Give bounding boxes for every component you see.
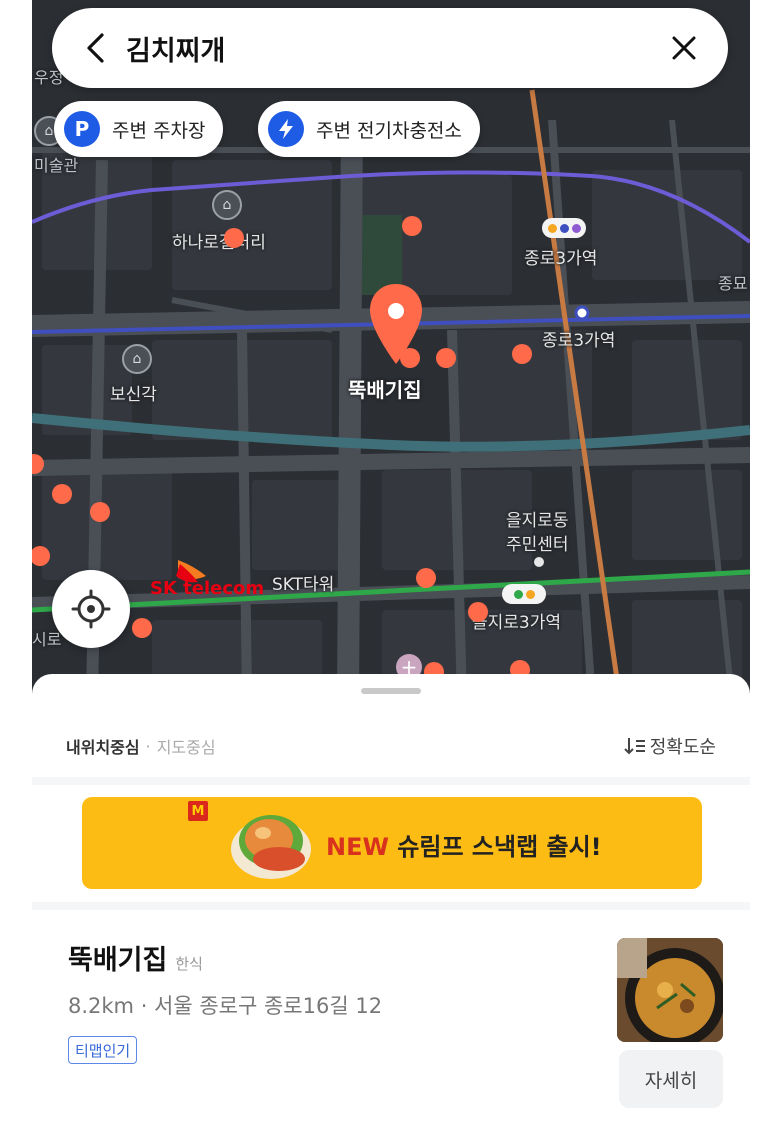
subway-badge-icon [542, 218, 586, 238]
poi-marker[interactable] [402, 216, 422, 236]
poi-dot-icon [534, 557, 544, 567]
sort-order-label: 정확도순 [649, 737, 716, 758]
current-location-button[interactable] [52, 570, 130, 648]
search-bar[interactable]: 김치찌개 [52, 8, 728, 88]
map-view[interactable]: 우정 미술관 하나로갤러리 종로3가역 종로3가역 종묘 보신각 뚝배기집 을지… [32, 0, 750, 700]
popular-badge: 티맵인기 [68, 1036, 138, 1064]
close-button[interactable] [654, 8, 714, 88]
map-label-station[interactable]: 종로3가역 [542, 326, 615, 351]
selected-location-pin-icon[interactable] [368, 282, 424, 368]
crosshair-icon [71, 589, 111, 629]
place-photo[interactable] [617, 938, 723, 1042]
place-name[interactable]: 뚝배기집 [68, 938, 167, 977]
poi-marker[interactable] [512, 344, 532, 364]
landmark-icon: ⌂ [122, 344, 152, 374]
poi-marker[interactable] [132, 618, 152, 638]
mcdonalds-logo-icon: M [188, 801, 208, 821]
ad-headline: NEW 슈림프 스낵랩 출시! [326, 827, 602, 862]
ad-banner[interactable]: M NEW 슈림프 스낵랩 출시! [82, 797, 702, 889]
poi-marker[interactable] [416, 568, 436, 588]
sort-separator: · [145, 736, 151, 756]
parking-icon: P [64, 111, 100, 147]
chip-label: 주변 전기차충전소 [316, 119, 462, 142]
place-category: 한식 [175, 955, 203, 973]
snack-wrap-image [217, 801, 321, 887]
poi-marker[interactable] [224, 228, 244, 248]
app-frame: 우정 미술관 하나로갤러리 종로3가역 종로3가역 종묘 보신각 뚝배기집 을지… [32, 0, 750, 1125]
chevron-left-icon [87, 33, 104, 63]
divider [32, 902, 750, 910]
poi-marker[interactable] [90, 502, 110, 522]
gallery-icon: ⌂ [212, 190, 242, 220]
sk-logo-text: SK telecom [150, 578, 265, 599]
place-result-card[interactable]: 뚝배기집 한식 8.2km · 서울 종로구 종로16길 12 티맵인기 자세히 [32, 910, 750, 1125]
details-button[interactable]: 자세히 [619, 1050, 723, 1108]
map-label-station[interactable]: 종로3가역 [524, 244, 597, 269]
sort-icon [624, 738, 645, 755]
sort-row: 내위치중심 · 지도중심 정확도순 [32, 716, 750, 776]
sort-by-my-location[interactable]: 내위치중심 [66, 734, 140, 758]
map-label[interactable]: 주민센터 [506, 530, 569, 555]
place-name-row: 뚝배기집 한식 [68, 938, 203, 977]
subway-badge-icon [502, 584, 546, 604]
sheet-drag-handle[interactable] [361, 688, 421, 694]
search-query[interactable]: 김치찌개 [126, 29, 654, 68]
sk-telecom-logo: SK telecom [150, 556, 270, 606]
map-label: 미술관 [34, 156, 79, 175]
chip-nearby-ev-charger[interactable]: 주변 전기차충전소 [258, 101, 480, 157]
results-sheet[interactable]: 내위치중심 · 지도중심 정확도순 M NEW 슈림프 스낵랩 출시! 뚝배기집… [32, 674, 750, 1125]
map-label-selected-place[interactable]: 뚝배기집 [348, 374, 422, 403]
poi-marker[interactable] [468, 602, 488, 622]
sort-order-button[interactable]: 정확도순 [624, 733, 716, 759]
map-label: 종묘 [718, 274, 748, 293]
map-label-skt-tower[interactable]: SKT타워 [272, 570, 334, 595]
ev-charger-icon [268, 111, 304, 147]
place-distance-address: 8.2km · 서울 종로구 종로16길 12 [68, 994, 383, 1018]
poi-marker[interactable] [436, 348, 456, 368]
map-label-gallery[interactable]: 하나로갤러리 [172, 228, 266, 253]
divider [32, 777, 750, 785]
sort-by-map-center[interactable]: 지도중심 [157, 734, 216, 758]
map-label-bosingak[interactable]: 보신각 [110, 380, 157, 405]
chip-nearby-parking[interactable]: P 주변 주차장 [54, 101, 224, 157]
map-label[interactable]: 을지로동 [506, 506, 569, 531]
ad-new-label: NEW [326, 833, 389, 861]
back-button[interactable] [66, 8, 126, 88]
close-icon [672, 36, 696, 60]
chip-label: 주변 주차장 [112, 119, 206, 142]
ad-headline-text: 슈림프 스낵랩 출시! [388, 833, 602, 861]
poi-marker[interactable] [52, 484, 72, 504]
